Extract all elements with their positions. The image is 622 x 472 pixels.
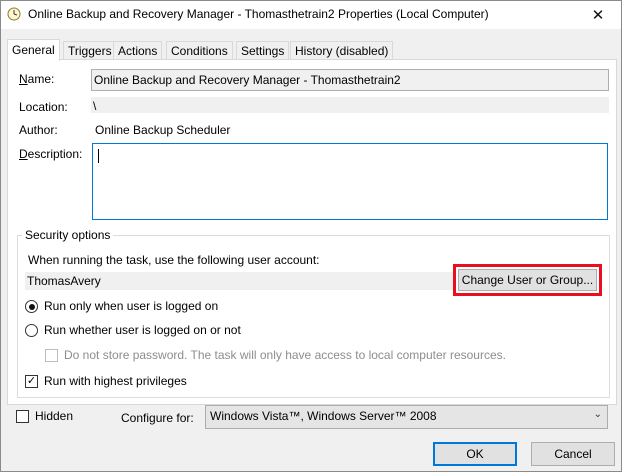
author-value: Online Backup Scheduler [95, 123, 231, 137]
description-label: Description: [19, 147, 83, 161]
security-options-title: Security options [22, 228, 114, 242]
tab-triggers[interactable]: Triggers [63, 41, 117, 60]
name-field[interactable]: Online Backup and Recovery Manager - Tho… [91, 69, 609, 91]
description-textarea[interactable] [92, 143, 608, 220]
highest-privileges-label: Run with highest privileges [44, 374, 187, 388]
hidden-checkbox[interactable] [16, 410, 29, 423]
run-whether-logged-on-label: Run whether user is logged on or not [44, 323, 241, 337]
title-bar: Online Backup and Recovery Manager - Tho… [1, 1, 621, 29]
location-label: Location: [19, 100, 68, 114]
highest-privileges-checkbox[interactable]: ✓ [25, 375, 38, 388]
configure-for-dropdown[interactable]: Windows Vista™, Windows Server™ 2008 ⌄ [205, 405, 608, 429]
text-caret [98, 149, 99, 163]
name-label: Name: [19, 72, 55, 86]
description-label-text: escription: [27, 147, 83, 161]
chevron-down-icon: ⌄ [593, 409, 602, 420]
general-tab-page: Name: Online Backup and Recovery Manager… [7, 59, 617, 405]
user-account-field[interactable]: ThomasAvery [25, 272, 453, 290]
window-title: Online Backup and Recovery Manager - Tho… [28, 7, 489, 21]
close-icon: ✕ [591, 7, 605, 24]
configure-for-value: Windows Vista™, Windows Server™ 2008 [210, 409, 437, 423]
do-not-store-password-checkbox[interactable] [45, 349, 58, 362]
ok-button[interactable]: OK [433, 442, 517, 466]
tab-general[interactable]: General [7, 39, 60, 61]
hidden-label: Hidden [35, 409, 74, 423]
checkmark-icon: ✓ [26, 375, 37, 387]
tab-history[interactable]: History (disabled) [290, 41, 394, 60]
author-label: Author: [19, 123, 58, 137]
tab-actions[interactable]: Actions [113, 41, 163, 60]
cancel-button-label: Cancel [554, 447, 592, 461]
close-button[interactable]: ✕ [575, 1, 621, 29]
clock-icon [7, 7, 21, 21]
location-field[interactable]: \ [91, 97, 609, 113]
cancel-button[interactable]: Cancel [531, 442, 615, 466]
configure-for-label: Configure for: [121, 411, 194, 425]
properties-dialog: Online Backup and Recovery Manager - Tho… [0, 0, 622, 472]
name-label-text: ame: [27, 72, 55, 86]
run-whether-logged-on-radio[interactable] [25, 324, 38, 337]
run-only-logged-on-label: Run only when user is logged on [44, 299, 219, 313]
ok-button-label: OK [466, 447, 484, 461]
change-user-or-group-button[interactable]: Change User or Group... [458, 269, 597, 291]
run-only-logged-on-radio[interactable] [25, 300, 38, 313]
do-not-store-password-label: Do not store password. The task will onl… [64, 348, 506, 362]
tab-conditions[interactable]: Conditions [166, 41, 233, 60]
tab-settings[interactable]: Settings [236, 41, 290, 60]
account-prompt: When running the task, use the following… [28, 253, 320, 267]
change-user-or-group-label: Change User or Group... [461, 273, 594, 287]
